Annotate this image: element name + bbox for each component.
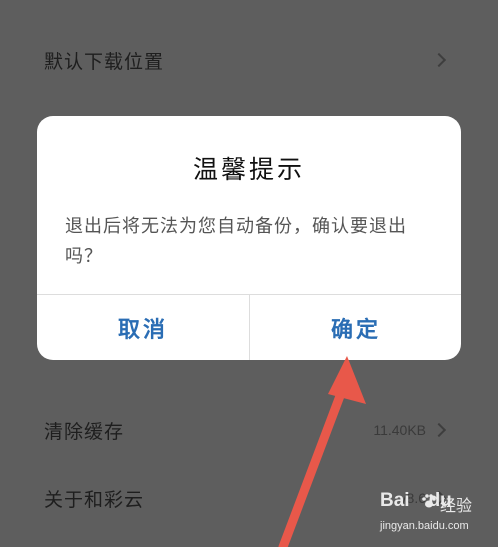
- logout-confirm-dialog: 温馨提示 退出后将无法为您自动备份，确认要退出吗？ 取消 确定: [37, 116, 461, 360]
- cancel-button[interactable]: 取消: [37, 295, 249, 360]
- baidu-jingyan-watermark: Bai du 经验 jingyan.baidu.com: [380, 490, 492, 540]
- watermark-url: jingyan.baidu.com: [380, 520, 469, 532]
- dialog-message: 退出后将无法为您自动备份，确认要退出吗？: [65, 216, 407, 267]
- chevron-right-icon: [431, 52, 447, 68]
- cache-size-value: 11.40KB: [373, 422, 426, 438]
- confirm-button[interactable]: 确定: [250, 295, 461, 360]
- watermark-cn-label: 经验: [440, 496, 473, 515]
- clear-cache-label: 清除缓存: [44, 420, 125, 443]
- dialog-title: 温馨提示: [192, 155, 305, 184]
- baidu-paw-icon: [422, 494, 436, 508]
- about-label: 关于和彩云: [44, 488, 145, 511]
- chevron-right-icon: [431, 422, 447, 438]
- settings-row-download-location[interactable]: 默认下载位置: [0, 32, 498, 88]
- settings-row-clear-cache[interactable]: 清除缓存 11.40KB: [0, 402, 498, 458]
- download-location-label: 默认下载位置: [44, 50, 165, 73]
